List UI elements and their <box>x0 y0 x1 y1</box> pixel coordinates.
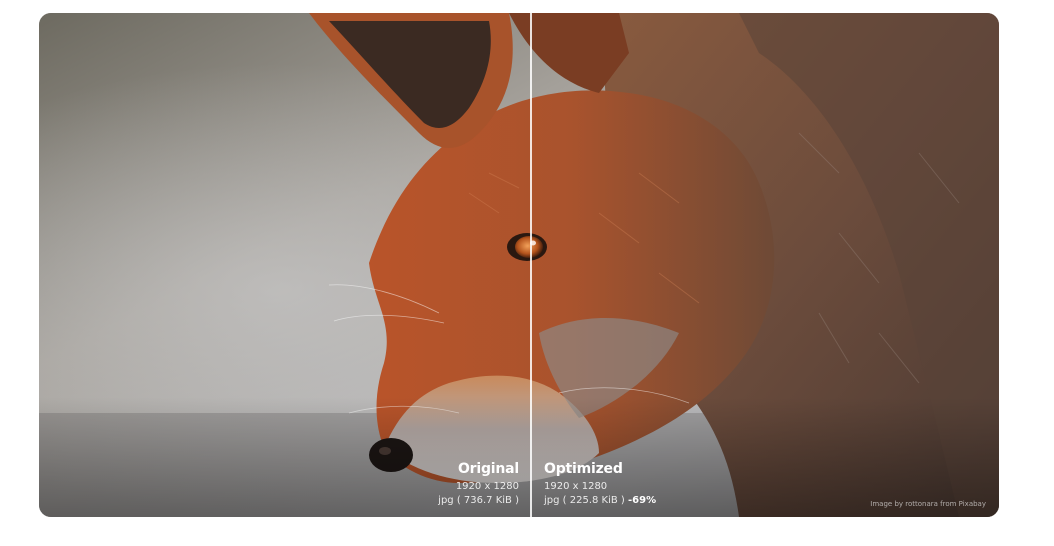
original-title: Original <box>457 461 519 477</box>
optimized-dimensions: 1920 x 1280 <box>544 481 608 492</box>
original-dimensions: 1920 x 1280 <box>455 481 519 492</box>
comparison-slider-handle[interactable] <box>530 13 532 517</box>
optimized-savings: -69% <box>628 495 657 506</box>
image-comparison-slider[interactable]: Original 1920 x 1280 jpg ( 736.7 KiB ) O… <box>39 13 999 517</box>
original-file-info: jpg ( 736.7 KiB ) <box>438 495 519 506</box>
optimized-file-line: jpg ( 225.8 KiB ) -69% <box>544 494 656 508</box>
caption-shade <box>39 397 999 517</box>
original-caption: Original 1920 x 1280 jpg ( 736.7 KiB ) <box>438 460 519 508</box>
optimized-title: Optimized <box>544 461 623 477</box>
page: Original 1920 x 1280 jpg ( 736.7 KiB ) O… <box>0 0 1054 546</box>
optimized-caption: Optimized 1920 x 1280 jpg ( 225.8 KiB ) … <box>544 460 656 508</box>
image-credit: Image by rottonara from Pixabay <box>870 500 986 508</box>
optimized-file-info: jpg ( 225.8 KiB ) <box>544 495 625 506</box>
